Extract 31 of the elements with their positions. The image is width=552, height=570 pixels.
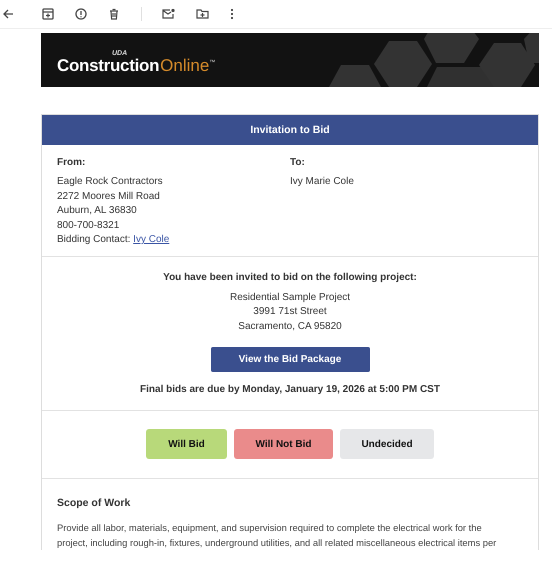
archive-icon[interactable] (42, 8, 54, 20)
envelope-icon[interactable] (162, 8, 175, 20)
view-bid-package-button[interactable]: View the Bid Package (210, 347, 370, 372)
back-arrow-icon[interactable] (2, 8, 14, 20)
folder-icon[interactable] (196, 8, 209, 20)
more-icon[interactable] (230, 8, 234, 20)
project-detail: 3991 71st Street (252, 305, 328, 319)
invitation-heading: You have been invited to bid on the following project: (162, 272, 418, 282)
scope-heading: Scope of Work (57, 497, 132, 509)
response-button[interactable]: Will Bid (146, 429, 227, 459)
contact-link[interactable]: Ivy Cole (133, 234, 170, 245)
sender-detail: 2272 Moores Mill Road (57, 190, 161, 204)
project-detail: Sacramento, CA 95820 (237, 320, 343, 334)
recipient-name: Ivy Marie Cole (290, 175, 355, 189)
sender-detail: Eagle Rock Contractors (57, 175, 164, 189)
response-button[interactable]: Will Not Bid (234, 429, 333, 459)
from-label: From: (57, 157, 86, 168)
response-button[interactable]: Undecided (340, 429, 434, 459)
report-icon[interactable] (75, 8, 87, 20)
logo-text: Online (160, 56, 210, 76)
scope-text: project, including rough-in, fixtures, underground utilities, and all related miscellaneous electrical items per (57, 536, 498, 550)
project-detail: Residential Sample Project (228, 290, 352, 304)
sender-detail: 800-700-8321 (57, 218, 120, 232)
card-title: Invitation to Bid (250, 124, 330, 136)
logo-text: Construction (57, 56, 160, 76)
scope-text: Provide all labor, materials, equipment, and supervision required to complete the electrical work for the (57, 521, 483, 535)
to-label: To: (290, 157, 306, 168)
trash-icon[interactable] (108, 8, 120, 20)
contact-label: Bidding Contact: (57, 234, 130, 245)
sender-detail: Auburn, AL 36830 (57, 204, 138, 218)
deadline-text: Final bids are due by Monday, January 19, 2026 at 5:00 PM CST (139, 384, 441, 395)
